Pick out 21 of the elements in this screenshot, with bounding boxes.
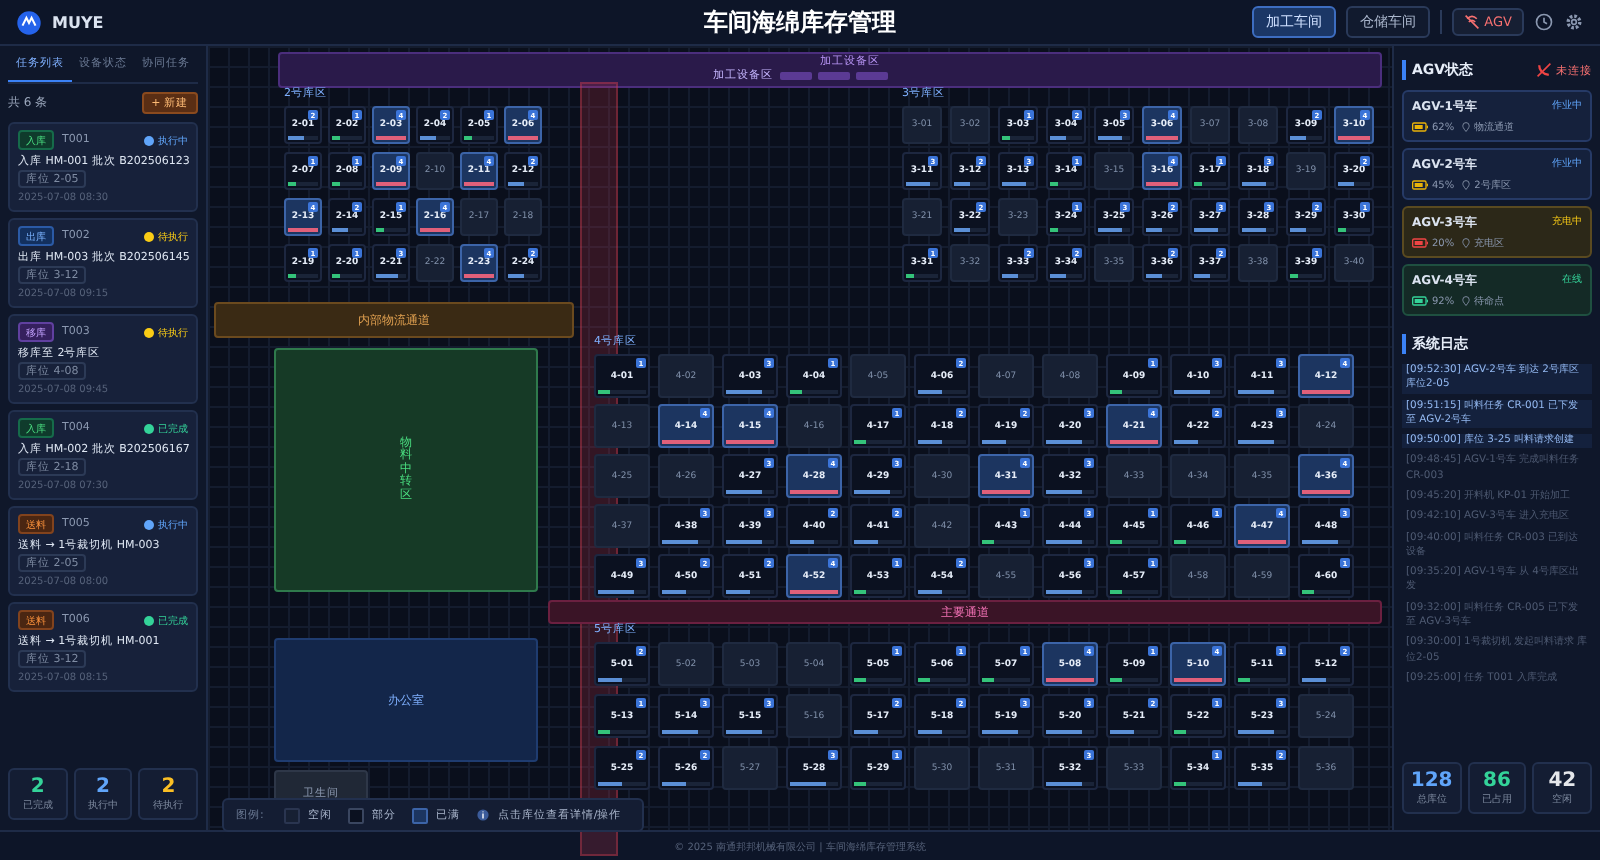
logo-text: MUYE	[52, 13, 104, 31]
machine-pill	[855, 71, 887, 79]
location-pin-icon	[1462, 296, 1471, 306]
wifi-off-icon	[1464, 14, 1481, 30]
disconnected-icon	[1536, 62, 1552, 78]
stat-value: 2	[30, 776, 45, 798]
settings-icon[interactable]	[1564, 12, 1584, 32]
stat-value: 86	[1483, 770, 1511, 792]
location-pin-icon	[1462, 122, 1471, 132]
location-pin-icon	[1462, 238, 1471, 248]
stat-value: 128	[1410, 770, 1453, 792]
page-title: 车间海绵库存管理	[702, 5, 898, 39]
logo-icon	[16, 9, 42, 35]
history-icon[interactable]	[1534, 12, 1554, 32]
machine-pill	[817, 71, 849, 79]
stat-value: 2	[161, 776, 176, 798]
location-pin-icon	[1462, 180, 1471, 190]
stat-value: 2	[96, 776, 110, 798]
machine-pill	[779, 71, 811, 79]
stat-value: 42	[1548, 770, 1577, 792]
info-icon	[475, 808, 490, 822]
